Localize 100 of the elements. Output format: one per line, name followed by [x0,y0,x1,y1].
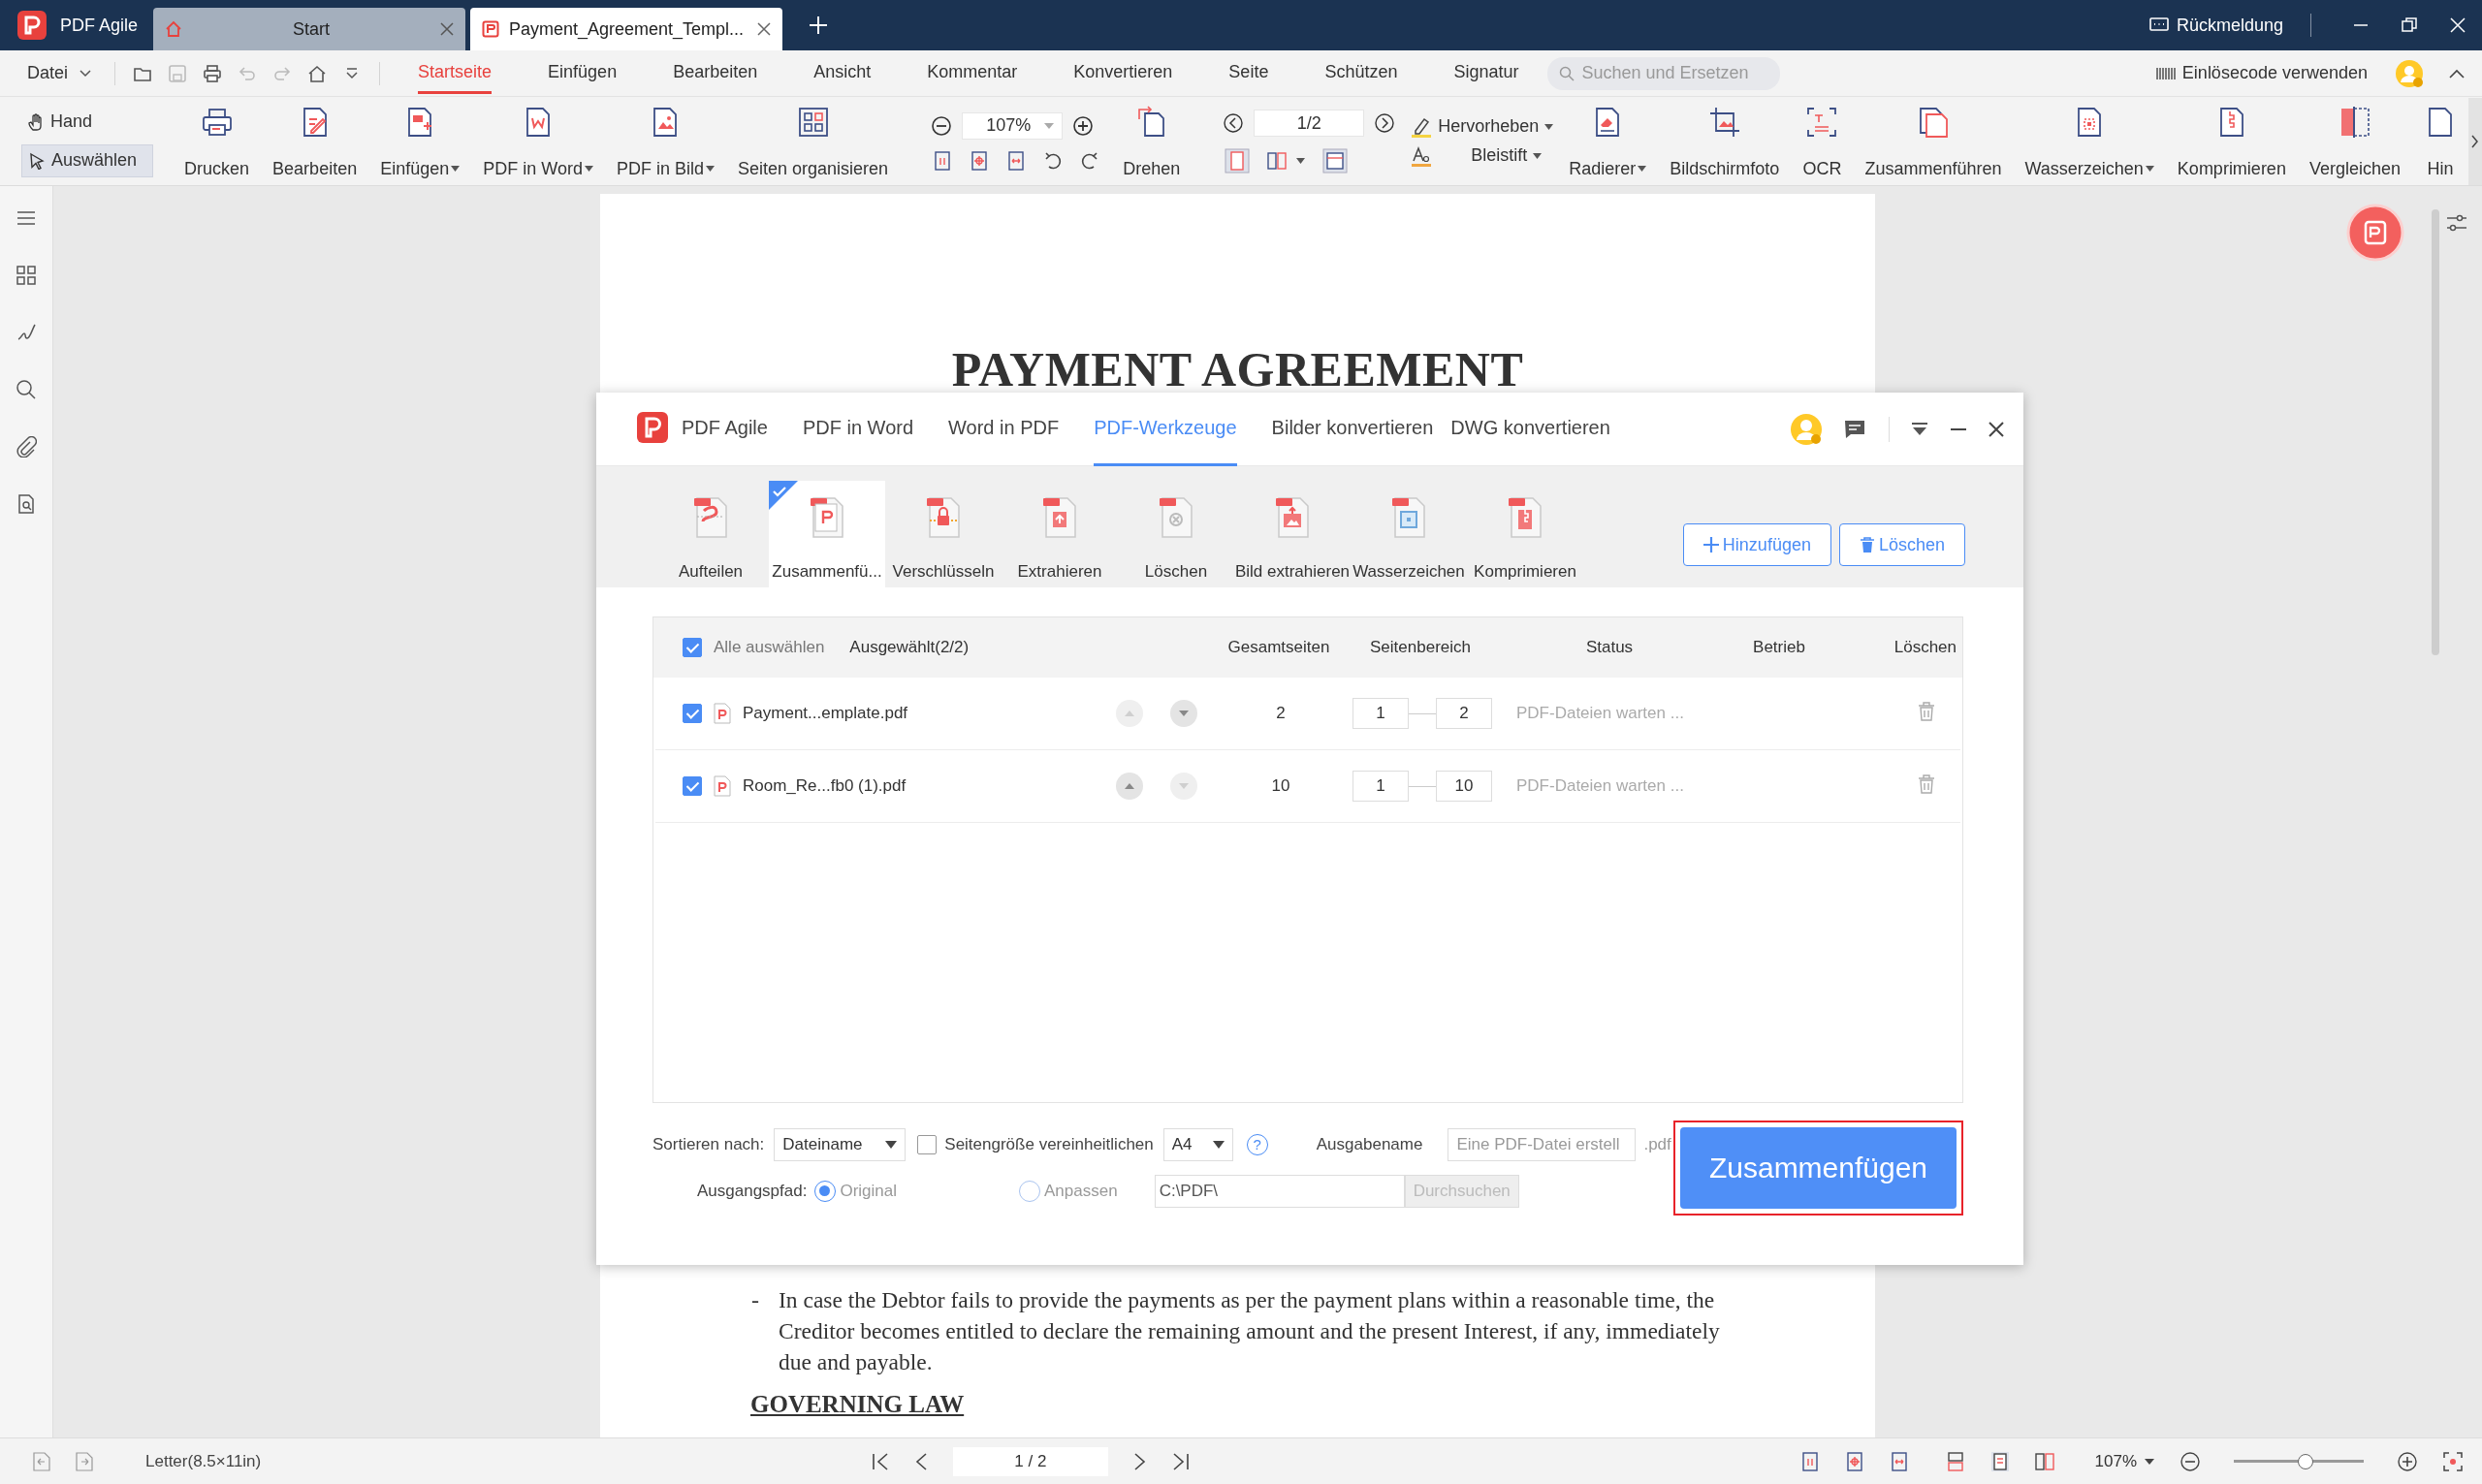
trash-icon[interactable] [1918,774,1935,794]
page-number-field[interactable]: 1/2 [1254,109,1365,137]
checkbox[interactable] [683,776,702,796]
tool-tile[interactable]: Löschen [1118,481,1234,587]
first-page-icon[interactable] [871,1451,889,1471]
tool-tile[interactable]: Aufteilen [652,481,769,587]
path-field[interactable]: C:\PDF\ [1154,1175,1405,1208]
checkbox[interactable] [683,638,702,657]
checkbox[interactable] [683,704,702,723]
close-icon[interactable] [757,22,771,36]
toolbar-button[interactable]: Drehen [1111,103,1193,179]
tab[interactable]: PDF Agile [616,392,768,466]
pencil-tool[interactable]: Bleistift [1411,144,1554,167]
document-tab[interactable]: Start [153,8,465,50]
two-page-icon[interactable] [1267,150,1288,171]
close-icon[interactable] [1989,421,2004,437]
zoom-in-icon[interactable] [1072,114,1095,137]
redeem-code-link[interactable]: Einlösecode verwenden [2154,63,2368,83]
toolbar-button[interactable]: Drucken [173,103,262,179]
fullscreen-icon[interactable] [2443,1451,2463,1471]
home-icon[interactable] [307,63,328,83]
toolbar-button[interactable]: PDF in Word [471,103,605,179]
page-to-field[interactable]: 10 [1436,771,1492,802]
last-page-icon[interactable] [1171,1451,1190,1471]
continuous-page-icon[interactable] [1945,1451,1965,1471]
page-layout-icon[interactable] [1322,147,1349,174]
printer-icon[interactable] [203,63,223,83]
page-size-select[interactable]: A4 [1162,1128,1233,1161]
previous-page-icon[interactable] [1223,111,1245,134]
tool-tile[interactable]: Zusammenfü... [769,481,885,587]
chevron-up-icon[interactable] [2449,68,2465,79]
fit-page-icon[interactable] [970,150,990,171]
select-all-label[interactable]: Alle auswählen [714,638,825,657]
toolbar-button[interactable]: Komprimieren [2165,103,2298,179]
single-page-icon[interactable] [1225,147,1251,174]
sort-select[interactable]: Dateiname [774,1128,907,1161]
zoom-select[interactable]: 107% [962,111,1064,140]
toolbar-button[interactable]: Bildschirmfoto [1658,103,1792,179]
menu-tab[interactable]: Ansicht [813,52,872,94]
toolbar-button[interactable]: Seiten organisieren [725,103,901,179]
document-tab[interactable]: Payment_Agreement_Templ... [470,8,782,50]
move-up-icon[interactable] [1115,772,1144,801]
toolbar-button[interactable]: Wasserzeichen [2013,103,2166,179]
single-page-icon[interactable] [1989,1451,2010,1471]
checkbox-label[interactable]: Seitengröße vereinheitlichen [944,1135,1154,1154]
dropdown-icon[interactable] [1911,421,1928,437]
previous-page-icon[interactable] [913,1451,928,1471]
zoom-in-icon[interactable] [2397,1450,2418,1472]
thumbnails-icon[interactable] [16,265,37,286]
rotate-right-icon[interactable] [1080,150,1100,171]
two-page-icon[interactable] [2034,1451,2054,1471]
mode-button[interactable]: Auswählen [21,143,153,177]
toolbar-button[interactable]: OCR [1791,103,1854,179]
page-from-field[interactable]: 1 [1352,698,1409,729]
signature-icon[interactable] [16,322,37,343]
toolbar-button[interactable]: Vergleichen [2297,103,2412,179]
output-name-field[interactable]: Eine PDF-Datei erstell [1448,1128,1637,1161]
menu-tab[interactable]: Bearbeiten [673,52,758,94]
message-icon[interactable] [1844,419,1865,439]
trash-icon[interactable] [1918,701,1935,721]
page-from-field[interactable]: 1 [1352,771,1409,802]
toolbar-button[interactable]: Einfügen [368,103,472,179]
new-tab-icon[interactable] [809,16,828,35]
paperclip-icon[interactable] [16,436,37,458]
app-floating-icon[interactable] [2346,204,2404,262]
checkbox[interactable] [917,1135,938,1154]
actual-size-icon[interactable] [933,150,953,171]
tab[interactable]: PDF in Word [802,392,914,466]
file-menu[interactable]: Datei [0,63,106,83]
page-number-field[interactable]: 1 / 2 [952,1446,1108,1476]
tool-tile[interactable]: Bild extrahieren [1234,481,1351,587]
next-page-icon[interactable] [1374,111,1396,134]
search-field[interactable]: Suchen und Ersetzen [1546,56,1780,90]
toolbar-button[interactable]: Hin [2412,103,2468,179]
fit-page-icon[interactable] [1844,1451,1864,1471]
tool-tile[interactable]: Verschlüsseln [885,481,1002,587]
next-page-icon[interactable] [1132,1451,1147,1471]
settings-sliders-icon[interactable] [2445,213,2468,233]
feedback-button[interactable]: Rückmeldung [2148,15,2283,36]
prev-view-icon[interactable] [33,1451,50,1471]
restore-icon[interactable] [2402,17,2417,33]
move-down-icon[interactable] [1169,699,1198,728]
tool-tile[interactable]: Wasserzeichen [1351,481,1467,587]
fit-width-icon[interactable] [1889,1451,1909,1471]
next-view-icon[interactable] [76,1451,93,1471]
mode-button[interactable]: Hand [21,105,153,139]
document-search-icon[interactable] [16,493,37,515]
search-icon[interactable] [16,379,37,400]
menu-tab[interactable]: Seite [1228,52,1269,94]
toolbar-button[interactable]: Zusammenführen [1853,103,2014,179]
toolbar-button[interactable]: Radierer [1557,103,1659,179]
menu-tab[interactable]: Einfügen [548,52,618,94]
menu-tab[interactable]: Konvertieren [1073,52,1173,94]
zoom-out-icon[interactable] [2180,1450,2201,1472]
zoom-select[interactable]: 107% [2094,1451,2154,1471]
menu-tab[interactable]: Schützen [1324,52,1398,94]
page-to-field[interactable]: 2 [1436,698,1492,729]
menu-tab[interactable]: Signatur [1453,52,1519,94]
menu-tab[interactable]: Kommentar [927,52,1018,94]
tool-tile[interactable]: Extrahieren [1002,481,1118,587]
